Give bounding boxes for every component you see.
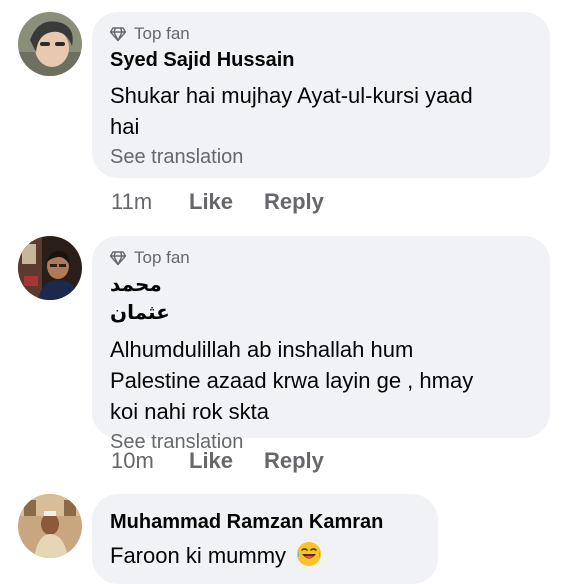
author-name[interactable]: محمد عثمان bbox=[110, 270, 220, 326]
avatar[interactable] bbox=[18, 494, 82, 558]
like-button[interactable]: Like bbox=[189, 448, 264, 474]
badge-label: Top fan bbox=[134, 24, 190, 43]
comment-actions: 11m Like Reply bbox=[111, 189, 324, 215]
laughing-emoji-icon bbox=[296, 541, 322, 575]
avatar[interactable] bbox=[18, 236, 82, 300]
comment-text: Alhumdulillah ab inshallah hum Palestine… bbox=[110, 334, 532, 427]
top-fan-badge: Top fan bbox=[110, 22, 532, 46]
top-fan-badge: Top fan bbox=[110, 246, 532, 270]
comment-bubble: Top fan محمد عثمان Alhumdulillah ab insh… bbox=[92, 236, 550, 453]
comment-actions: 10m Like Reply bbox=[111, 448, 324, 474]
comment-bubble: Muhammad Ramzan Kamran Faroon ki mummy bbox=[92, 494, 438, 584]
comment-text: Shukar hai mujhay Ayat-ul-kursi yaad hai bbox=[110, 80, 532, 142]
comment-text-line: Faroon ki mummy bbox=[110, 543, 287, 568]
top-fan-diamond-icon bbox=[110, 27, 126, 42]
badge-label: Top fan bbox=[134, 248, 190, 267]
like-button[interactable]: Like bbox=[189, 189, 264, 215]
author-name[interactable]: Muhammad Ramzan Kamran bbox=[110, 508, 420, 536]
comment-bubble: Top fan Syed Sajid Hussain Shukar hai mu… bbox=[92, 12, 550, 178]
reply-button[interactable]: Reply bbox=[264, 189, 324, 215]
avatar-image bbox=[18, 12, 82, 76]
comment-text-line: hai bbox=[110, 114, 140, 139]
avatar-image bbox=[18, 236, 82, 300]
avatar-image bbox=[18, 494, 82, 558]
comment-text-line: Alhumdulillah ab inshallah hum bbox=[110, 337, 414, 362]
reply-button[interactable]: Reply bbox=[264, 448, 324, 474]
timestamp[interactable]: 10m bbox=[111, 448, 189, 474]
comment-text: Faroon ki mummy bbox=[110, 540, 420, 575]
timestamp[interactable]: 11m bbox=[111, 189, 189, 215]
avatar[interactable] bbox=[18, 12, 82, 76]
comment-text-line: koi nahi rok skta bbox=[110, 399, 269, 424]
author-name[interactable]: Syed Sajid Hussain bbox=[110, 46, 532, 74]
comment-text-line: Palestine azaad krwa layin ge , hmay bbox=[110, 368, 474, 393]
comment-text-line: Shukar hai mujhay Ayat-ul-kursi yaad bbox=[110, 83, 473, 108]
see-translation-link[interactable]: See translation bbox=[110, 142, 532, 172]
top-fan-diamond-icon bbox=[110, 251, 126, 266]
